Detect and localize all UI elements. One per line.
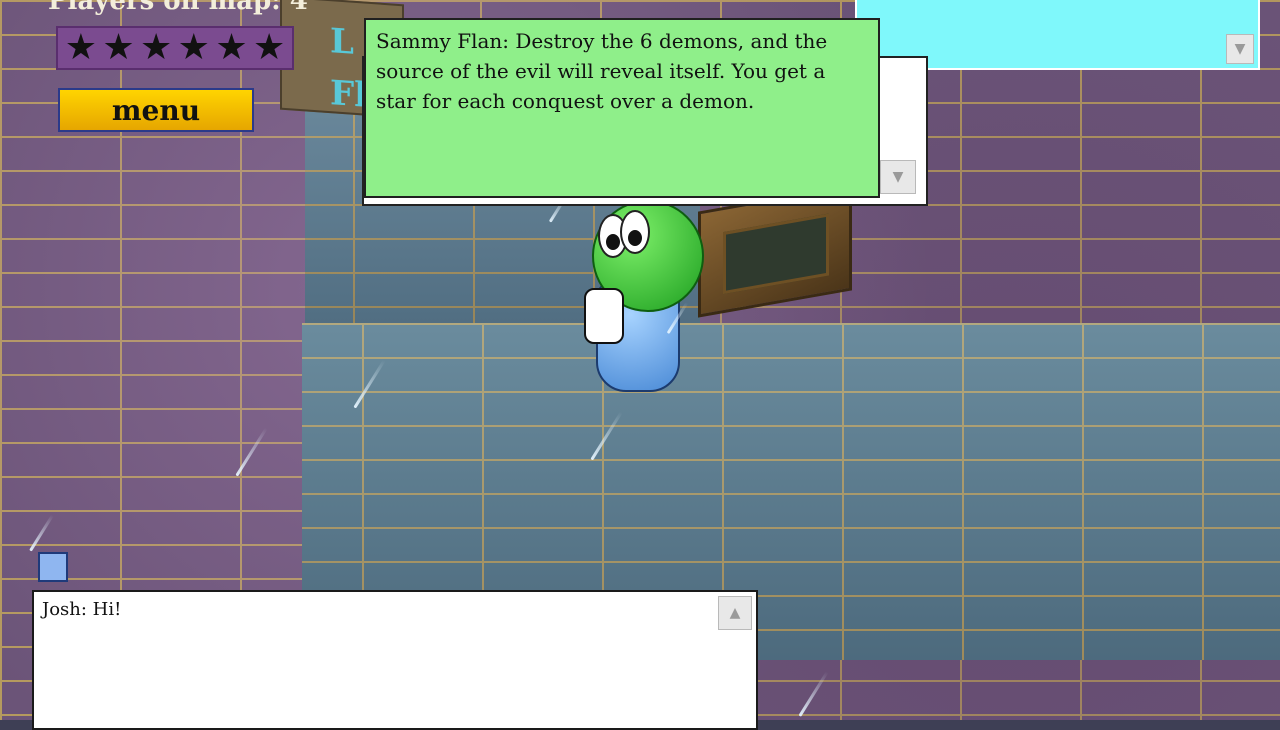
star-icon: ★ [252, 27, 286, 68]
star-icon: ★ [177, 27, 210, 68]
left-pupil [606, 234, 620, 250]
menu-button[interactable]: menu [58, 88, 254, 132]
chat-log[interactable]: Josh: Hi! [32, 590, 758, 730]
right-pupil [628, 230, 642, 246]
npc-dialog-box: Sammy Flan: Destroy the 6 demons, and th… [364, 18, 880, 198]
star-icon: ★ [64, 27, 97, 68]
chat-scroll-up-arrow[interactable]: ▲ [718, 596, 752, 630]
chat-toggle-icon[interactable] [38, 552, 68, 582]
star-icon: ★ [102, 27, 135, 68]
crate-panel [723, 213, 829, 295]
chat-message: Josh: Hi! [42, 599, 122, 620]
star-icon: ★ [215, 27, 248, 68]
scroll-down-arrow[interactable]: ▼ [1226, 34, 1254, 64]
player-glove [584, 288, 624, 344]
star-icon: ★ [140, 27, 173, 68]
npc-dialog-text: Sammy Flan: Destroy the 6 demons, and th… [376, 29, 828, 113]
star-tracker: ★ ★ ★ ★ ★ ★ [56, 26, 294, 70]
npc-scroll-down-arrow[interactable]: ▼ [880, 160, 916, 194]
players-on-map-label: Players on map: 4 [48, 0, 308, 16]
right-eye [620, 210, 650, 254]
